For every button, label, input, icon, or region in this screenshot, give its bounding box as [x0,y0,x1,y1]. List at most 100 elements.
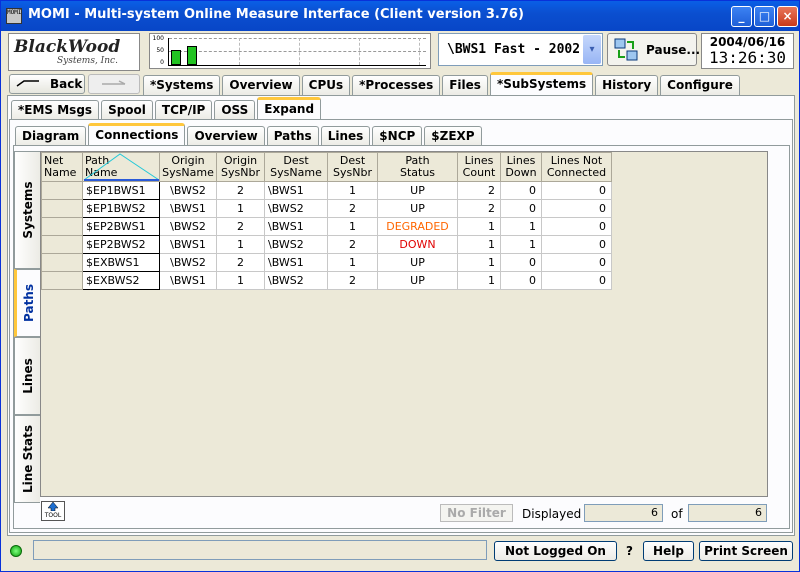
cell-osys[interactable]: \BWS1 [159,199,217,218]
cell-count[interactable]: 1 [457,271,501,290]
title-bar[interactable]: MOMI MOMI - Multi-system Online Measure … [1,1,799,31]
tab-history[interactable]: History [595,75,659,95]
cell-net[interactable] [41,235,83,254]
cell-status[interactable]: UP [377,253,458,272]
print-screen-button[interactable]: Print Screen [699,541,793,561]
cell-notconn[interactable]: 0 [541,271,612,290]
minimize-button[interactable]: _ [731,6,752,27]
column-header-origin-sysnbr[interactable]: Origin SysNbr [216,152,265,182]
cell-dsys[interactable]: \BWS2 [264,271,328,290]
cell-count[interactable]: 1 [457,217,501,236]
table-row[interactable]: $EP2BWS1 \BWS2 2 \BWS1 1 DEGRADED 1 1 0 [41,217,612,236]
side-tab-systems[interactable]: Systems [14,151,40,269]
cell-osys[interactable]: \BWS2 [159,217,217,236]
subtab-oss[interactable]: OSS [214,100,256,120]
cell-down[interactable]: 0 [500,181,542,200]
cell-count[interactable]: 1 [457,253,501,272]
column-header-lines-count[interactable]: Lines Count [457,152,501,182]
cell-down[interactable]: 0 [500,253,542,272]
cell-dsys[interactable]: \BWS1 [264,217,328,236]
expand-tab-ncp[interactable]: $NCP [372,126,423,146]
cell-notconn[interactable]: 0 [541,199,612,218]
subtab-spool[interactable]: Spool [101,100,153,120]
expand-tab-diagram[interactable]: Diagram [15,126,87,146]
column-header-dest-sysname[interactable]: Dest SysName [264,152,328,182]
expand-tab-connections[interactable]: Connections [88,123,186,146]
cell-osys[interactable]: \BWS1 [159,235,217,254]
cell-dsys[interactable]: \BWS2 [264,199,328,218]
column-header-dest-sysnbr[interactable]: Dest SysNbr [327,152,378,182]
cell-path[interactable]: $EP2BWS1 [82,217,160,236]
chevron-down-icon[interactable]: ▾ [583,35,601,64]
cell-down[interactable]: 0 [500,199,542,218]
cell-dnbr[interactable]: 1 [327,253,378,272]
cell-count[interactable]: 2 [457,181,501,200]
column-header-net-name[interactable]: Net Name [41,152,83,182]
cell-osys[interactable]: \BWS2 [159,181,217,200]
cell-dsys[interactable]: \BWS1 [264,253,328,272]
tool-button[interactable]: TOOL [41,501,65,521]
cell-down[interactable]: 1 [500,217,542,236]
cell-notconn[interactable]: 0 [541,253,612,272]
login-button[interactable]: Not Logged On [494,541,617,561]
table-row[interactable]: $EP2BWS2 \BWS1 1 \BWS2 2 DOWN 1 1 0 [41,235,612,254]
cell-path[interactable]: $EP1BWS2 [82,199,160,218]
tab-processes[interactable]: *Processes [352,75,441,95]
cell-onbr[interactable]: 1 [216,271,265,290]
expand-tab-overview[interactable]: Overview [187,126,265,146]
cell-net[interactable] [41,181,83,200]
cell-dnbr[interactable]: 1 [327,217,378,236]
cell-down[interactable]: 0 [500,271,542,290]
cell-onbr[interactable]: 2 [216,181,265,200]
cell-dsys[interactable]: \BWS1 [264,181,328,200]
cell-dnbr[interactable]: 2 [327,271,378,290]
side-tab-paths[interactable]: Paths [14,269,41,337]
cell-dsys[interactable]: \BWS2 [264,235,328,254]
cell-notconn[interactable]: 0 [541,181,612,200]
cell-status[interactable]: UP [377,181,458,200]
expand-tab-paths[interactable]: Paths [266,126,319,146]
column-header-path-name[interactable]: Path Name [82,152,160,182]
column-header-lines-down[interactable]: Lines Down [500,152,542,182]
tab-subsystems[interactable]: *SubSystems [489,72,594,95]
column-header-path-status[interactable]: Path Status [377,152,458,182]
back-button[interactable]: Back [9,74,85,94]
cell-path[interactable]: $EP1BWS1 [82,181,160,200]
cell-net[interactable] [41,253,83,272]
cell-status[interactable]: UP [377,199,458,218]
column-header-origin-sysname[interactable]: Origin SysName [159,152,217,182]
cell-onbr[interactable]: 1 [216,235,265,254]
cell-onbr[interactable]: 2 [216,253,265,272]
cell-net[interactable] [41,199,83,218]
cell-count[interactable]: 2 [457,199,501,218]
cell-osys[interactable]: \BWS2 [159,253,217,272]
cell-notconn[interactable]: 0 [541,235,612,254]
subtab-expand[interactable]: Expand [257,97,322,120]
cell-status[interactable]: DEGRADED [377,217,458,236]
cell-dnbr[interactable]: 2 [327,199,378,218]
maximize-button[interactable]: □ [754,6,775,27]
cell-status[interactable]: UP [377,271,458,290]
cell-onbr[interactable]: 1 [216,199,265,218]
column-header-lines-not-connected[interactable]: Lines Not Connected [541,152,612,182]
table-row[interactable]: $EXBWS1 \BWS2 2 \BWS1 1 UP 1 0 0 [41,253,612,272]
tab-overview[interactable]: Overview [222,75,300,95]
cell-status[interactable]: DOWN [377,235,458,254]
expand-tab-zexp[interactable]: $ZEXP [424,126,482,146]
tab-files[interactable]: Files [442,75,488,95]
forward-button[interactable] [88,74,140,94]
subtab-ems-msgs[interactable]: *EMS Msgs [11,100,100,120]
tab-systems[interactable]: *Systems [143,75,221,95]
subtab-tcp-ip[interactable]: TCP/IP [154,100,213,120]
cell-dnbr[interactable]: 1 [327,181,378,200]
table-row[interactable]: $EXBWS2 \BWS1 1 \BWS2 2 UP 1 0 0 [41,271,612,290]
cell-onbr[interactable]: 2 [216,217,265,236]
cell-osys[interactable]: \BWS1 [159,271,217,290]
tab-cpus[interactable]: CPUs [301,75,351,95]
cell-net[interactable] [41,271,83,290]
cell-down[interactable]: 1 [500,235,542,254]
help-button[interactable]: Help [643,541,694,561]
cell-dnbr[interactable]: 2 [327,235,378,254]
cell-path[interactable]: $EXBWS1 [82,253,160,272]
pause-button[interactable]: Pause... [607,33,700,66]
